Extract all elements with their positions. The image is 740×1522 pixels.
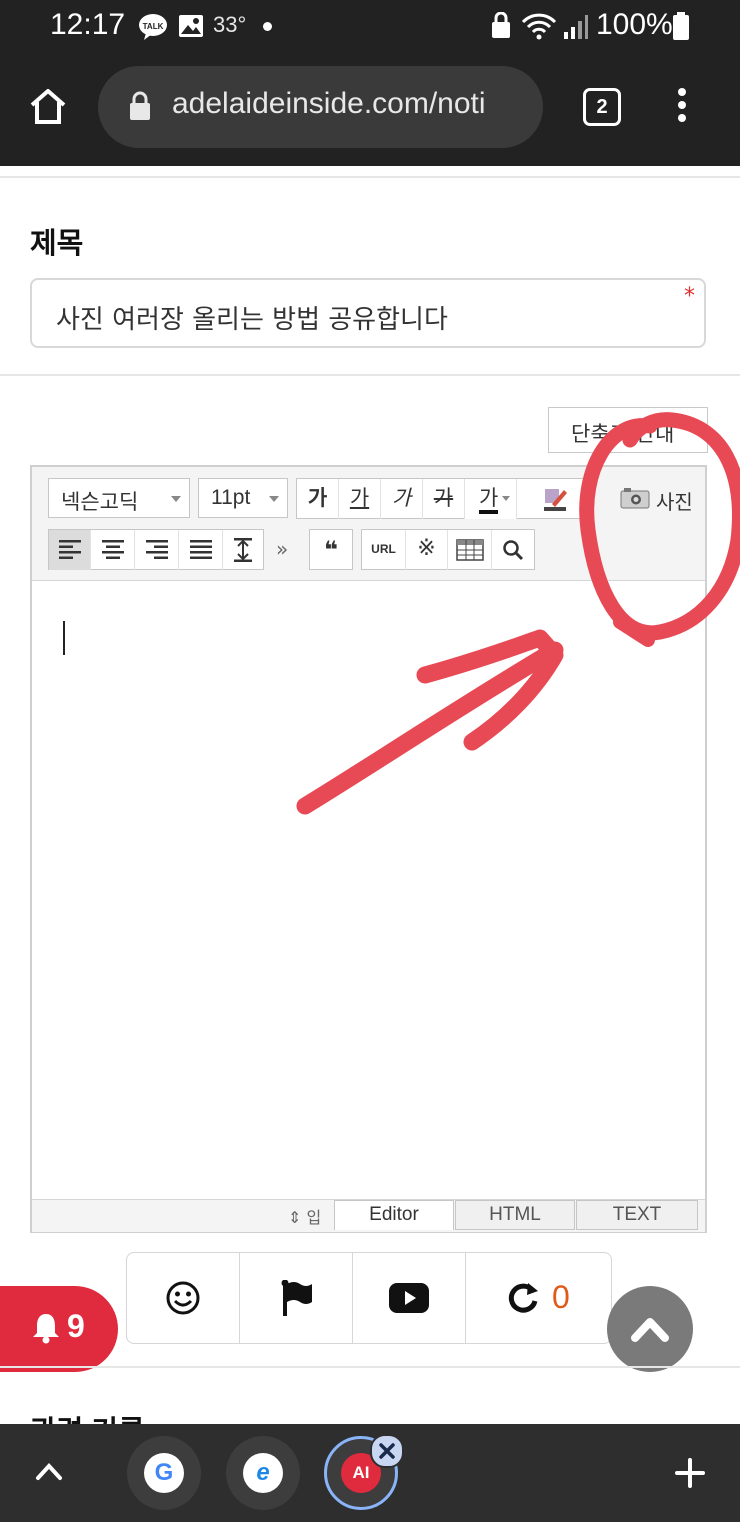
red-annotation <box>296 412 740 815</box>
chevron-up-icon[interactable] <box>34 1460 64 1482</box>
close-tab-button[interactable] <box>370 1434 404 1468</box>
group-tab-google[interactable]: G <box>127 1436 201 1510</box>
browser-bottom-bar: G e AI <box>0 1424 740 1522</box>
group-tab-ie[interactable]: e <box>226 1436 300 1510</box>
new-tab-icon[interactable] <box>674 1457 706 1489</box>
internet-explorer-icon: e <box>243 1453 283 1493</box>
google-icon: G <box>144 1453 184 1493</box>
annotation-circle <box>579 412 740 641</box>
close-icon <box>379 1443 395 1459</box>
